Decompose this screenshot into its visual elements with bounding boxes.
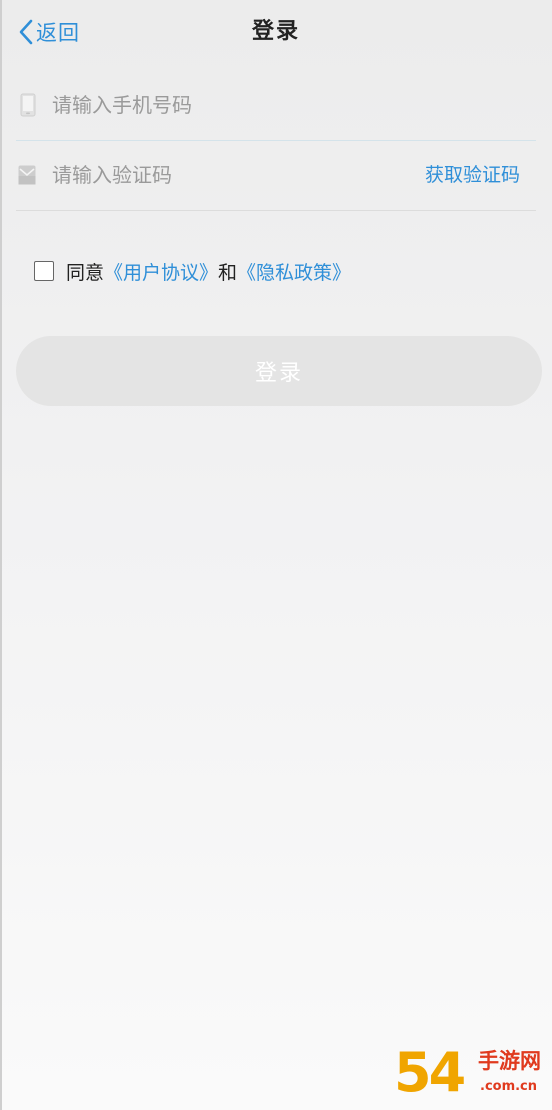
code-row: 获取验证码 xyxy=(16,140,536,211)
watermark-name: 手游网 xyxy=(478,1049,541,1073)
envelope-icon xyxy=(18,165,36,185)
page-title: 登录 xyxy=(251,19,300,44)
verification-code-input[interactable] xyxy=(52,155,392,195)
watermark-domain: .com.cn xyxy=(480,1079,538,1094)
login-button[interactable]: 登录 xyxy=(16,336,542,406)
agree-prefix: 同意 xyxy=(66,261,105,284)
phone-icon xyxy=(20,93,36,117)
agreement: 同意 《用户协议》 和 《隐私政策》 xyxy=(34,256,351,286)
privacy-policy-link[interactable]: 《隐私政策》 xyxy=(237,258,351,285)
get-code-button[interactable]: 获取验证码 xyxy=(425,158,520,192)
phone-input[interactable] xyxy=(52,85,392,125)
watermark-logo: 54 手游网 .com.cn xyxy=(392,1040,552,1110)
phone-row xyxy=(16,70,536,141)
agree-conjunction: 和 xyxy=(218,261,238,284)
window-edge xyxy=(0,0,2,1110)
watermark-number: 54 xyxy=(394,1041,466,1104)
nav-bar: 返回 登录 xyxy=(0,0,552,64)
user-agreement-link[interactable]: 《用户协议》 xyxy=(104,258,218,285)
agree-checkbox[interactable] xyxy=(34,261,54,281)
